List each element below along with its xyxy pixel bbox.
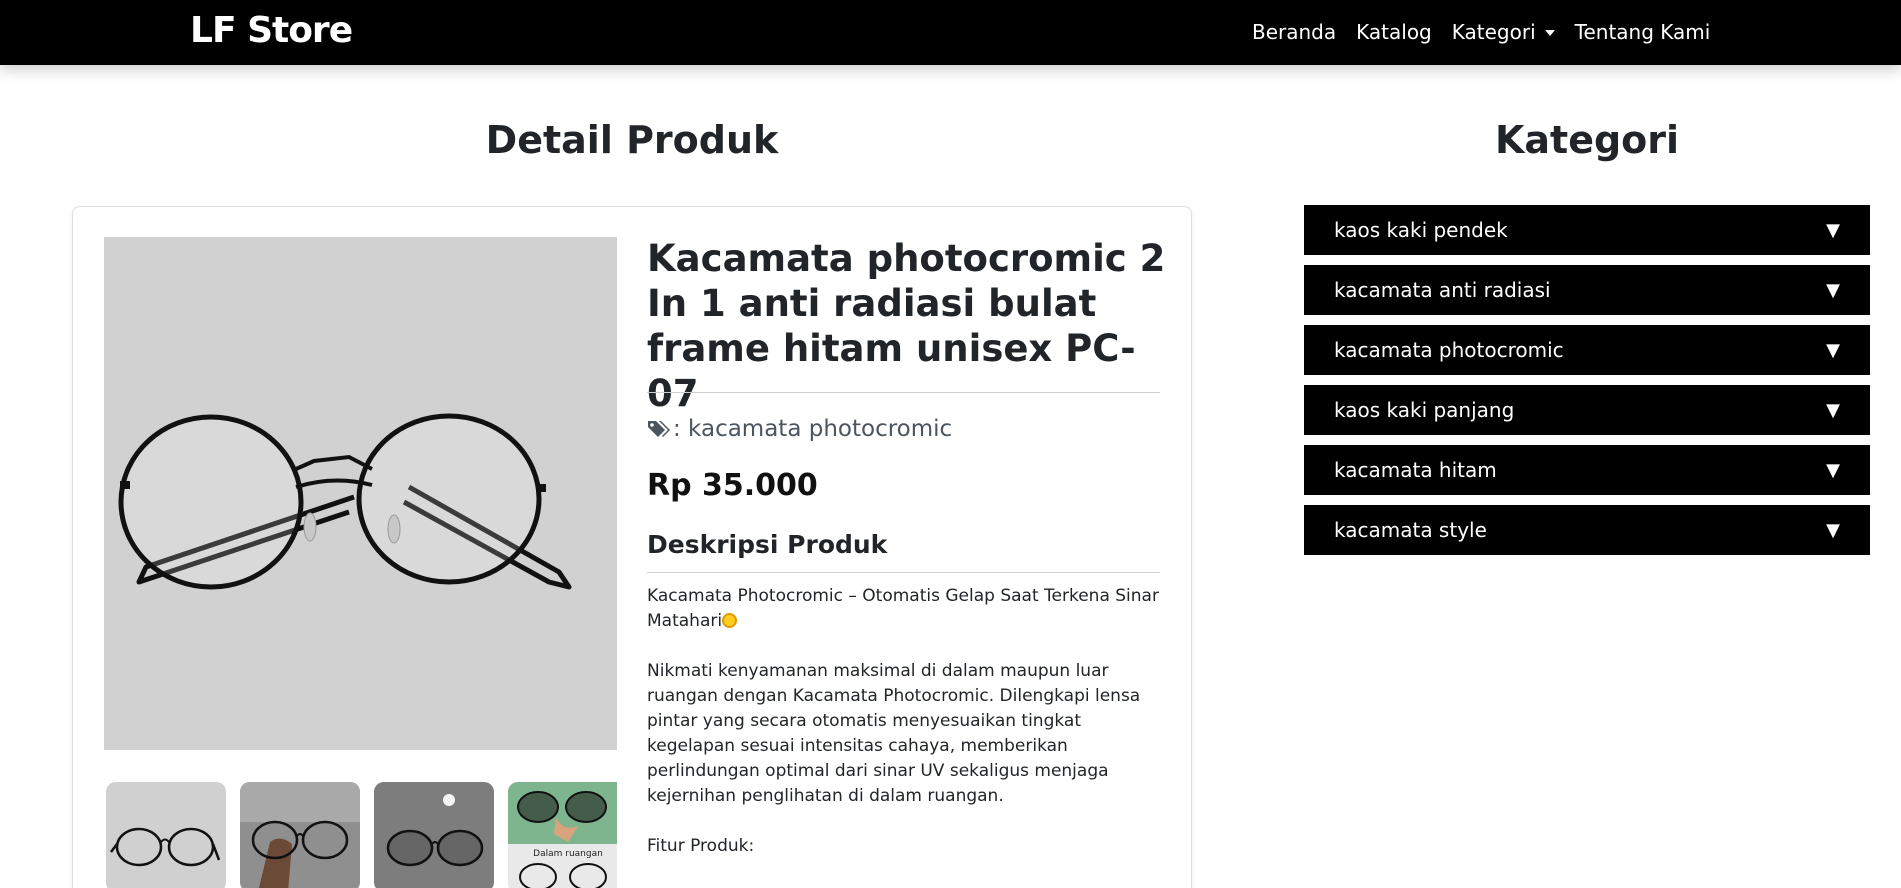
category-item-kacamata-hitam[interactable]: kacamata hitam ▼ [1304,445,1870,495]
expand-arrow-icon: ▼ [1826,279,1840,301]
expand-arrow-icon: ▼ [1826,399,1840,421]
expand-arrow-icon: ▼ [1826,219,1840,241]
category-item-label: kaos kaki panjang [1334,398,1515,422]
nav-dropdown-kategori[interactable]: Kategori [1452,20,1555,44]
product-thumbnail-1[interactable] [106,782,226,888]
category-item-kacamata-photocromic[interactable]: kacamata photocromic ▼ [1304,325,1870,375]
description-divider [647,572,1160,573]
sun-emoji-icon [722,613,738,628]
description-paragraph-1: Kacamata Photocromic – Otomatis Gelap Sa… [647,586,1159,631]
product-thumbnail-4[interactable]: Dalam ruangan [508,782,617,888]
caret-down-icon [1544,30,1555,36]
nav-link-beranda[interactable]: Beranda [1252,20,1336,44]
expand-arrow-icon: ▼ [1826,459,1840,481]
description-paragraph-2: Nikmati kenyamanan maksimal di dalam mau… [647,661,1141,806]
product-thumbnail-3[interactable] [374,782,494,888]
product-category-label: : kacamata photocromic [673,416,953,442]
thumbnail-caption: Dalam ruangan [533,849,603,859]
category-item-kaos-kaki-panjang[interactable]: kaos kaki panjang ▼ [1304,385,1870,435]
category-item-label: kacamata anti radiasi [1334,278,1551,302]
product-price: Rp 35.000 [647,468,818,503]
product-title: Kacamata photocromic 2 In 1 anti radiasi… [647,237,1166,415]
product-thumbnail-strip: Dalam ruangan [104,782,617,888]
description-paragraph-3: Fitur Produk: [647,836,755,856]
category-item-label: kaos kaki pendek [1334,218,1508,242]
category-item-kaos-kaki-pendek[interactable]: kaos kaki pendek ▼ [1304,205,1870,255]
description-heading: Deskripsi Produk [647,530,888,559]
category-item-kacamata-style[interactable]: kacamata style ▼ [1304,505,1870,555]
top-navbar: LF Store Beranda Katalog Kategori Tentan… [0,0,1901,65]
expand-arrow-icon: ▼ [1826,519,1840,541]
nav-dropdown-kategori-label: Kategori [1451,20,1536,44]
product-thumbnail-2[interactable] [240,782,360,888]
nav-links: Beranda Katalog Kategori Tentang Kami [1252,20,1710,44]
detail-section-title: Detail Produk [485,118,779,162]
category-item-label: kacamata photocromic [1334,338,1564,362]
nav-link-tentang-kami[interactable]: Tentang Kami [1575,20,1711,44]
category-list: kaos kaki pendek ▼ kacamata anti radiasi… [1304,205,1870,565]
tags-icon [648,421,670,437]
nav-link-katalog[interactable]: Katalog [1356,20,1432,44]
product-main-image [104,237,617,750]
title-divider [647,392,1160,393]
product-description: Kacamata Photocromic – Otomatis Gelap Sa… [647,584,1160,884]
category-item-label: kacamata style [1334,518,1487,542]
category-section-title: Kategori [1494,118,1680,162]
category-item-kacamata-anti-radiasi[interactable]: kacamata anti radiasi ▼ [1304,265,1870,315]
product-category: : kacamata photocromic [647,416,952,442]
expand-arrow-icon: ▼ [1826,339,1840,361]
category-item-label: kacamata hitam [1334,458,1497,482]
brand-logo[interactable]: LF Store [190,10,353,51]
